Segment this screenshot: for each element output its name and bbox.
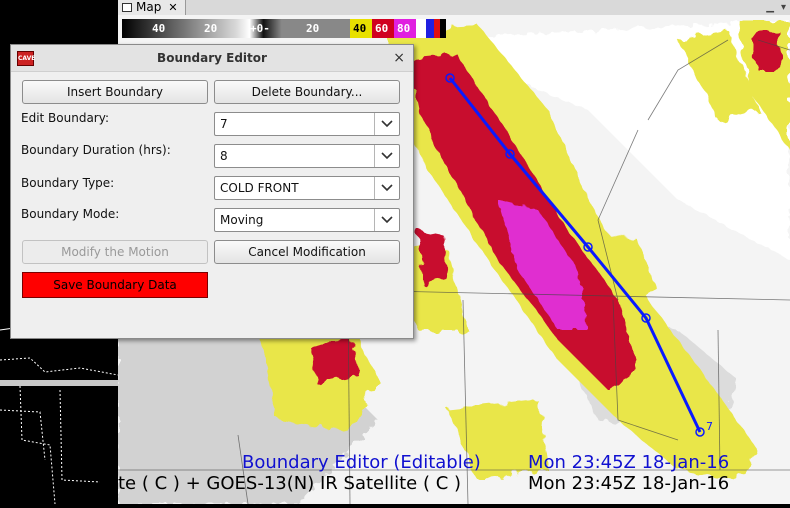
- delete-boundary-button[interactable]: Delete Boundary...: [214, 80, 400, 104]
- map-tab-label: Map: [136, 0, 162, 14]
- boundary-duration-label: Boundary Duration (hrs):: [21, 143, 171, 157]
- dialog-title-bar[interactable]: CAVE Boundary Editor ×: [11, 45, 413, 72]
- boundary-end-label: 7: [706, 420, 713, 433]
- edit-boundary-select[interactable]: 7: [214, 112, 400, 136]
- colorbar-tick: 20: [306, 22, 320, 35]
- colorbar-tick: 40: [152, 22, 166, 35]
- boundary-editor-legend: Boundary Editor (Editable): [242, 452, 481, 473]
- boundary-duration-value: 8: [220, 149, 228, 163]
- save-boundary-data-button[interactable]: Save Boundary Data: [22, 272, 208, 298]
- minimize-icon[interactable]: ▁: [766, 0, 774, 15]
- boundary-type-label: Boundary Type:: [21, 176, 115, 190]
- tab-map[interactable]: Map ✕: [118, 0, 186, 15]
- boundary-editor-time: Mon 23:45Z 18-Jan-16: [528, 452, 730, 473]
- chevron-down-icon[interactable]: [374, 145, 399, 167]
- colorbar-tick: +0-: [250, 22, 270, 35]
- legend-overlay: Boundary Editor (Editable) Mon 23:45Z 18…: [118, 450, 790, 504]
- cancel-modification-button[interactable]: Cancel Modification: [214, 240, 400, 264]
- boundary-polyline: [448, 77, 702, 433]
- close-icon[interactable]: ×: [393, 45, 405, 71]
- map-tab-icon: [122, 3, 132, 12]
- boundary-mode-select[interactable]: Moving: [214, 208, 400, 232]
- boundary-type-value: COLD FRONT: [220, 181, 299, 195]
- view-tab-bar: ▁ ▾: [186, 0, 790, 15]
- chevron-down-icon[interactable]: [374, 209, 399, 231]
- satellite-legend: te ( C ) + GOES-13(N) IR Satellite ( C ): [118, 473, 462, 494]
- colorbar-tick: 60: [375, 22, 389, 35]
- insert-boundary-button[interactable]: Insert Boundary: [22, 80, 208, 104]
- boundary-mode-value: Moving: [220, 213, 264, 227]
- boundary-mode-label: Boundary Mode:: [21, 207, 120, 221]
- close-icon[interactable]: ✕: [168, 0, 177, 15]
- boundary-editor-dialog: CAVE Boundary Editor × Insert Boundary D…: [10, 44, 414, 339]
- view-menu-icon[interactable]: ▾: [781, 0, 786, 15]
- colorbar-tick: 20: [204, 22, 218, 35]
- edit-boundary-value: 7: [220, 117, 228, 131]
- boundary-type-select[interactable]: COLD FRONT: [214, 176, 400, 200]
- colorbar: 40 20 +0- 20 40 60 80: [122, 19, 446, 38]
- chevron-down-icon[interactable]: [374, 177, 399, 199]
- boundary-duration-select[interactable]: 8: [214, 144, 400, 168]
- chevron-down-icon[interactable]: [374, 113, 399, 135]
- colorbar-tick: 40: [353, 22, 367, 35]
- edit-boundary-label: Edit Boundary:: [21, 111, 110, 125]
- dialog-title: Boundary Editor: [157, 51, 267, 65]
- colorbar-tick: 80: [397, 22, 411, 35]
- modify-motion-button[interactable]: Modify the Motion: [22, 240, 208, 264]
- satellite-time: Mon 23:45Z 18-Jan-16: [528, 473, 730, 494]
